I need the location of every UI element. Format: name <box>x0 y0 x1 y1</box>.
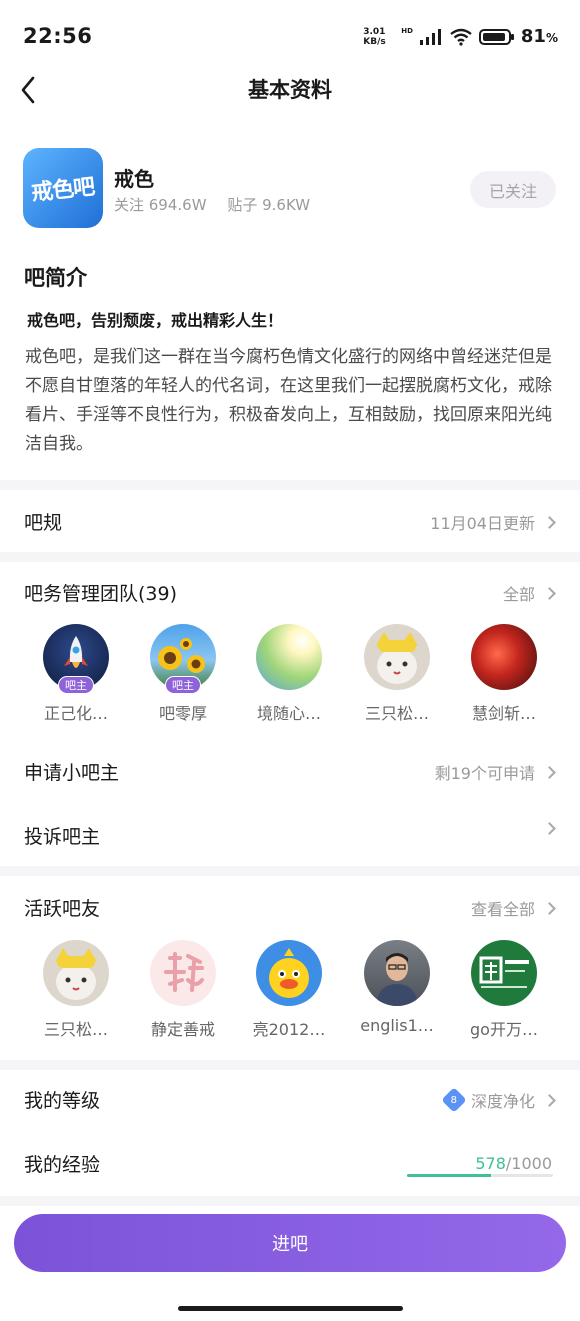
divider <box>0 1060 580 1070</box>
owner-badge: 吧主 <box>165 676 201 694</box>
apply-remaining: 剩19个可申请 <box>434 764 535 783</box>
intro-body: 戒色吧，是我们这一群在当今腐朽色情文化盛行的网络中曾经迷茫但是不愿自甘堕落的年轻… <box>25 347 552 454</box>
experience-current: 578 <box>475 1154 506 1173</box>
nav-bar: 基本资料 <box>0 62 580 118</box>
net-speed: 3.01 KB/s <box>363 27 393 47</box>
level-label: 我的等级 <box>24 1090 101 1112</box>
active-member[interactable]: 亮2012… <box>239 940 339 1040</box>
experience-progress-fill <box>407 1174 492 1177</box>
active-avatars: 三只松… 静定善戒 亮2012… englis1… go开万… <box>0 940 580 1060</box>
chevron-right-icon <box>543 586 556 600</box>
owner-badge: 吧主 <box>58 676 94 694</box>
chevron-right-icon <box>543 901 556 915</box>
net-speed-unit: KB/s <box>363 36 386 47</box>
status-icons: 3.01 KB/s HD 81% <box>363 26 558 47</box>
member-name: englis1… <box>360 1016 434 1035</box>
calligraphy-icon <box>164 952 204 992</box>
active-member[interactable]: go开万… <box>454 940 554 1040</box>
level-row[interactable]: 我的等级 8 深度净化 <box>0 1080 580 1120</box>
apply-label: 申请小吧主 <box>24 762 120 784</box>
battery-percent: 81% <box>520 26 558 47</box>
divider <box>0 1196 580 1206</box>
member-name: 境随心… <box>256 704 321 723</box>
chevron-right-icon <box>543 765 556 779</box>
hd-label: HD <box>401 26 413 35</box>
complain-label: 投诉吧主 <box>24 826 101 848</box>
divider <box>0 552 580 562</box>
member-name: 慧剑斩… <box>471 704 536 723</box>
forum-stats: 关注 694.6W 贴子 9.6KW <box>114 194 326 215</box>
apply-row[interactable]: 申请小吧主 剩19个可申请 <box>0 752 580 792</box>
team-label: 吧务管理团队(39) <box>24 583 178 605</box>
level-diamond-icon: 8 <box>441 1087 467 1113</box>
battery-icon <box>478 28 514 45</box>
team-member[interactable]: 三只松… <box>347 624 447 724</box>
experience-label: 我的经验 <box>24 1154 101 1176</box>
rules-row[interactable]: 吧规 11月04日更新 <box>0 502 580 542</box>
divider <box>0 480 580 490</box>
experience-total: /1000 <box>505 1154 552 1173</box>
red-lights-avatar <box>471 624 537 690</box>
sunlight-avatar <box>256 624 322 690</box>
member-name: go开万… <box>470 1020 538 1039</box>
green-logo-avatar <box>471 940 537 1006</box>
page-title: 基本资料 <box>248 78 332 102</box>
forum-logo-text: 戒色吧 <box>30 174 96 207</box>
complain-row[interactable]: 投诉吧主 <box>0 816 580 856</box>
cat-icon <box>55 948 97 1000</box>
rules-updated: 11月04日更新 <box>430 514 535 533</box>
team-member[interactable]: 境随心… <box>239 624 339 724</box>
home-indicator[interactable] <box>178 1306 403 1311</box>
level-number: 8 <box>450 1094 458 1106</box>
green-logo-icon <box>479 956 529 988</box>
team-member[interactable]: 慧剑斩… <box>454 624 554 724</box>
cat-avatar <box>43 940 109 1006</box>
cat-icon <box>376 632 418 684</box>
cat-avatar <box>364 624 430 690</box>
experience-progress-bar <box>407 1174 553 1177</box>
followers-count: 关注 694.6W <box>114 196 207 214</box>
forum-name: 戒色 <box>114 167 154 191</box>
member-name: 亮2012… <box>252 1020 326 1039</box>
team-avatars: 吧主 正己化… 吧主 吧零厚 境随心… 三只松… 慧剑斩… <box>0 624 580 744</box>
divider <box>0 866 580 876</box>
follow-button[interactable]: 已关注 <box>470 171 556 208</box>
team-member[interactable]: 吧主 吧零厚 <box>133 624 233 724</box>
person-icon <box>376 953 418 1006</box>
chevron-right-icon <box>543 822 556 835</box>
calligraphy-avatar <box>150 940 216 1006</box>
chevron-right-icon <box>543 515 556 529</box>
person-avatar <box>364 940 430 1006</box>
rules-label: 吧规 <box>24 512 63 534</box>
team-row[interactable]: 吧务管理团队(39) 全部 <box>0 573 580 613</box>
active-member[interactable]: 三只松… <box>26 940 126 1040</box>
team-all-link[interactable]: 全部 <box>503 581 535 605</box>
member-name: 静定善戒 <box>150 1020 215 1039</box>
active-member[interactable]: 静定善戒 <box>133 940 233 1040</box>
wifi-icon <box>450 28 472 46</box>
member-name: 三只松… <box>43 1020 108 1039</box>
intro-slogan: 戒色吧，告别颓废，戒出精彩人生！ <box>27 311 284 330</box>
active-row[interactable]: 活跃吧友 查看全部 <box>0 888 580 928</box>
net-speed-value: 3.01 <box>363 26 386 37</box>
enter-forum-button[interactable]: 进吧 <box>14 1214 566 1272</box>
level-name: 深度净化 <box>470 1092 535 1111</box>
forum-logo[interactable]: 戒色吧 <box>23 148 103 228</box>
member-name: 三只松… <box>364 704 429 723</box>
active-member[interactable]: englis1… <box>347 940 447 1035</box>
intro-heading: 吧简介 <box>24 266 87 290</box>
view-all-link[interactable]: 查看全部 <box>471 896 535 920</box>
team-member[interactable]: 吧主 正己化… <box>26 624 126 724</box>
posts-count: 贴子 9.6KW <box>227 196 311 214</box>
active-label: 活跃吧友 <box>24 898 101 920</box>
bird-icon <box>269 948 309 998</box>
yellow-bird-avatar <box>256 940 322 1006</box>
member-name: 正己化… <box>43 704 108 723</box>
forum-header: 戒色吧 戒色 关注 694.6W 贴子 9.6KW 已关注 <box>23 148 558 230</box>
experience-value: 578/1000 <box>475 1154 552 1173</box>
status-time: 22:56 <box>23 24 93 48</box>
signal-icon <box>419 28 441 45</box>
chevron-right-icon <box>543 1093 556 1107</box>
member-name: 吧零厚 <box>158 704 207 723</box>
